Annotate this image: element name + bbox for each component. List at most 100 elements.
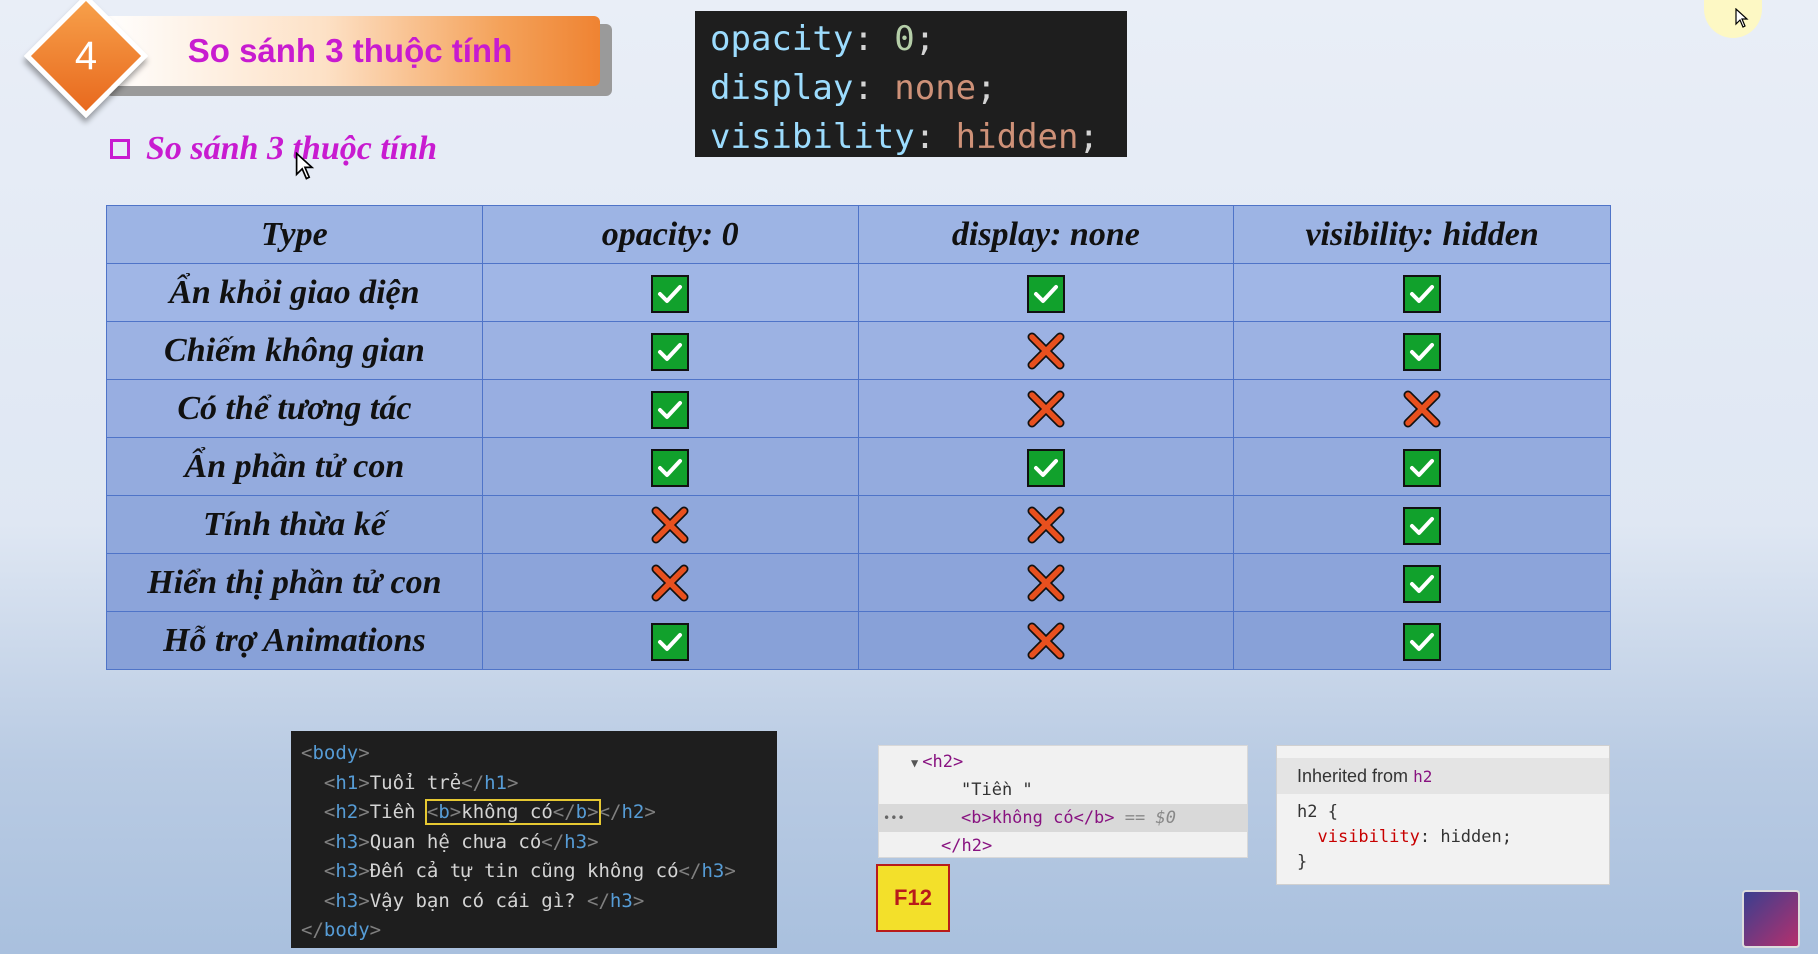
col-header-type: Type xyxy=(106,205,483,264)
channel-avatar[interactable] xyxy=(1742,890,1800,948)
dom-selected-marker: == $0 xyxy=(1124,808,1176,828)
code-text: không có xyxy=(461,801,553,823)
table-cell xyxy=(1233,321,1611,380)
dom-h2-close[interactable]: </h2> xyxy=(879,832,1247,860)
code-text: Quan hệ chưa có xyxy=(369,830,542,853)
mouse-cursor-icon xyxy=(1735,7,1749,33)
table-cell xyxy=(857,437,1235,496)
f12-key-label: F12 xyxy=(876,864,950,932)
row-label: Ẩn phần tử con xyxy=(106,437,483,496)
check-icon xyxy=(1403,332,1442,371)
table-cell xyxy=(1233,553,1611,612)
table-cell xyxy=(481,553,859,612)
table-row: Ẩn phần tử con xyxy=(106,437,1611,496)
table-cell xyxy=(1233,437,1611,496)
table-cell xyxy=(481,379,859,438)
cross-icon xyxy=(650,563,690,603)
code-text: Tiền xyxy=(369,801,427,823)
check-icon xyxy=(1403,448,1442,487)
dom-tag: </h2> xyxy=(941,836,993,856)
code-value: hidden xyxy=(955,117,1079,157)
table-cell xyxy=(481,611,859,670)
table-cell xyxy=(1233,379,1611,438)
check-icon xyxy=(651,448,690,487)
css-selector: h2 { xyxy=(1297,802,1338,822)
table-cell xyxy=(857,495,1235,554)
check-icon xyxy=(651,274,690,313)
cursor-highlight xyxy=(1704,0,1762,38)
table-row: Ẩn khỏi giao diện xyxy=(106,263,1611,322)
row-label: Ẩn khỏi giao diện xyxy=(106,263,483,322)
check-icon xyxy=(1403,622,1442,661)
col-header-display: display: none xyxy=(857,205,1235,264)
table-row: Tính thừa kế xyxy=(106,495,1611,554)
table-cell xyxy=(857,611,1235,670)
cross-icon xyxy=(1026,505,1066,545)
cross-icon xyxy=(1402,389,1442,429)
code-prop: display xyxy=(710,68,854,108)
triangle-down-icon: ▼ xyxy=(911,756,919,770)
table-row: Hỗ trợ Animations xyxy=(106,611,1611,670)
table-header-row: Type opacity: 0 display: none visibility… xyxy=(106,205,1611,264)
check-icon xyxy=(651,622,690,661)
checkbox-bullet-icon xyxy=(110,139,130,159)
row-label: Có thể tương tác xyxy=(106,379,483,438)
dom-selected-node[interactable]: ••• <b>không có</b> == $0 xyxy=(879,804,1247,832)
code-value: 0 xyxy=(894,19,915,59)
table-row: Hiển thị phần tử con xyxy=(106,553,1611,612)
col-header-opacity: opacity: 0 xyxy=(481,205,859,264)
code-tag: body xyxy=(312,742,359,764)
devtools-dom-panel: ▼ <h2> "Tiền " ••• <b>không có</b> == $0 … xyxy=(878,745,1248,858)
table-cell xyxy=(857,553,1235,612)
dots-icon: ••• xyxy=(883,811,905,825)
inherited-from-header: Inherited from h2 xyxy=(1277,758,1609,794)
dom-text-node[interactable]: "Tiền " xyxy=(879,776,1247,804)
css-code-snippet: opacity: 0; display: none; visibility: h… xyxy=(695,11,1127,157)
code-line-display: display: none; xyxy=(710,68,997,108)
col-header-visibility: visibility: hidden xyxy=(1233,205,1611,264)
check-icon xyxy=(651,390,690,429)
code-prop: opacity xyxy=(710,19,854,59)
table-cell xyxy=(857,379,1235,438)
devtools-styles-panel: Inherited from h2 h2 { visibility: hidde… xyxy=(1276,745,1610,885)
cross-icon xyxy=(1026,389,1066,429)
table-cell xyxy=(1233,263,1611,322)
row-label: Hiển thị phần tử con xyxy=(106,553,483,612)
subtitle-text: So sánh 3 thuộc tính xyxy=(146,130,438,167)
check-icon xyxy=(651,332,690,371)
css-value[interactable]: hidden; xyxy=(1440,827,1512,847)
dom-h2-open[interactable]: ▼ <h2> xyxy=(879,748,1247,776)
dom-tag: <h2> xyxy=(922,752,964,772)
check-icon xyxy=(1026,274,1065,313)
badge-number: 4 xyxy=(74,33,98,78)
slide-title: So sánh 3 thuộc tính xyxy=(100,16,600,86)
table-cell xyxy=(857,263,1235,322)
cross-icon xyxy=(1026,621,1066,661)
code-line-visibility: visibility: hidden; xyxy=(710,117,1099,157)
comparison-table: Type opacity: 0 display: none visibility… xyxy=(106,205,1611,670)
table-row: Chiếm không gian xyxy=(106,321,1611,380)
css-property[interactable]: visibility xyxy=(1317,827,1419,847)
table-cell xyxy=(481,437,859,496)
dom-tag: <b>không có</b> xyxy=(961,808,1115,828)
check-icon xyxy=(1026,448,1065,487)
row-label: Hỗ trợ Animations xyxy=(106,611,483,670)
table-row: Có thể tương tác xyxy=(106,379,1611,438)
code-prop: visibility xyxy=(710,117,915,157)
code-text: Vậy bạn có cái gì? xyxy=(369,889,588,912)
check-icon xyxy=(1403,506,1442,545)
table-cell xyxy=(481,263,859,322)
table-cell xyxy=(857,321,1235,380)
table-cell xyxy=(1233,495,1611,554)
cross-icon xyxy=(1026,563,1066,603)
code-line-opacity: opacity: 0; xyxy=(710,19,936,59)
section-subtitle: So sánh 3 thuộc tính xyxy=(110,130,437,168)
check-icon xyxy=(1403,274,1442,313)
table-cell xyxy=(1233,611,1611,670)
table-cell xyxy=(481,495,859,554)
mouse-cursor-icon xyxy=(295,151,315,185)
cross-icon xyxy=(1026,331,1066,371)
inherited-tag-link[interactable]: h2 xyxy=(1413,767,1432,786)
row-label: Tính thừa kế xyxy=(106,495,483,554)
code-text: Tuổi trẻ xyxy=(369,771,462,794)
